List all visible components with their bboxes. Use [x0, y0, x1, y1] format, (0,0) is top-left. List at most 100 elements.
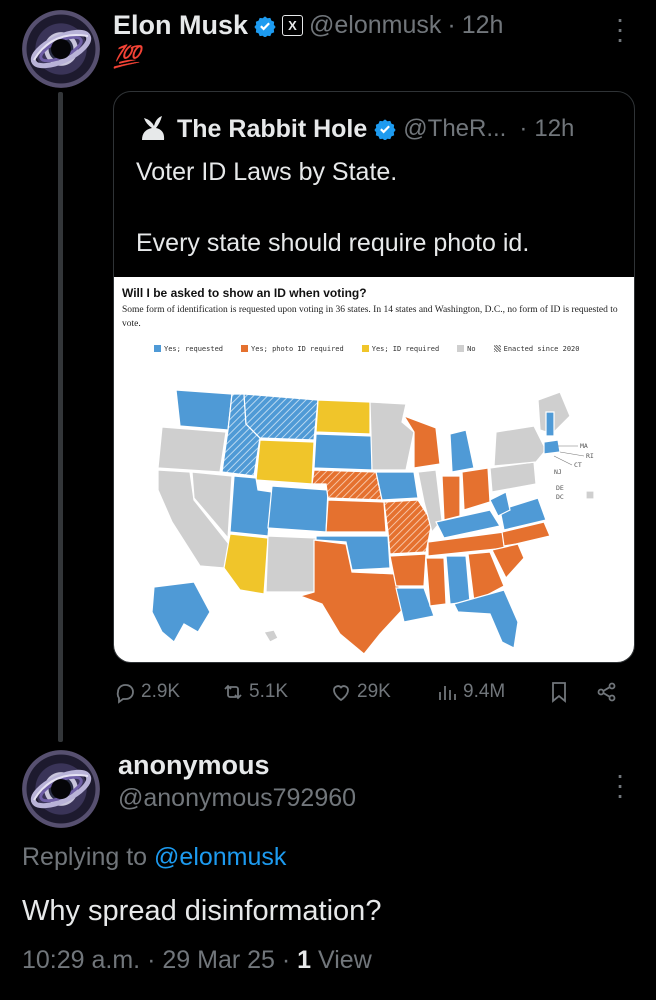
bookmark-icon — [552, 682, 566, 703]
state-OH — [461, 467, 491, 511]
state-LA — [395, 587, 435, 623]
state-DC-square — [585, 490, 595, 500]
legend-label: Yes; photo ID required — [251, 345, 344, 353]
thread-line — [58, 92, 63, 742]
state-NY — [493, 425, 547, 467]
hundred-emoji: 💯 — [113, 44, 141, 69]
state-CO — [267, 485, 329, 533]
state-MT — [243, 393, 319, 441]
quote-author-handle[interactable]: @TheR... — [403, 115, 506, 143]
state-OR — [157, 426, 227, 473]
share-button[interactable] — [595, 680, 619, 704]
state-UT — [229, 475, 273, 537]
reply-button[interactable]: 2.9K — [113, 680, 180, 704]
reply-author-handle[interactable]: @anonymous792960 — [118, 784, 356, 813]
state-NM — [265, 535, 317, 593]
state-HI — [263, 629, 279, 643]
more-options-icon[interactable]: · · · — [609, 5, 631, 53]
author-name[interactable]: Elon Musk — [113, 10, 248, 41]
quote-verified-badge-icon — [374, 119, 396, 140]
state-NH — [545, 411, 555, 437]
reply-time[interactable]: 10:29 a.m. — [22, 946, 140, 974]
state-IA — [375, 471, 419, 501]
repost-count: 5.1K — [249, 681, 289, 702]
label-dc: DC — [556, 493, 564, 501]
label-nj: NJ — [554, 468, 562, 476]
reply-metadata: 10:29 a.m. · 29 Mar 25 · 1 View — [22, 946, 372, 975]
reply-more-options-icon[interactable]: · · · — [609, 761, 631, 809]
quote-text-line2: Every state should require photo id. — [136, 229, 530, 257]
legend-label: Enacted since 2020 — [503, 345, 580, 353]
replying-to-link[interactable]: @elonmusk — [154, 843, 286, 871]
x-affiliation-badge: X — [282, 15, 304, 36]
tweet-actions: 2.9K 5.1K 29K 9.4M — [113, 680, 633, 714]
views-count: 9.4M — [463, 681, 506, 702]
state-ND — [315, 399, 371, 435]
label-ri: RI — [586, 452, 594, 460]
quote-time: 12h — [534, 115, 575, 142]
quoted-tweet-card[interactable]: The Rabbit Hole @TheR... · 12h Voter ID … — [113, 91, 635, 663]
repost-icon — [224, 684, 242, 700]
avatar-elon-musk[interactable] — [22, 10, 100, 88]
state-RI-CT — [543, 439, 561, 455]
author-handle[interactable]: @elonmusk — [309, 11, 441, 40]
state-AL — [445, 555, 471, 605]
label-ct: CT — [574, 461, 582, 469]
state-WY — [255, 439, 315, 485]
state-SD — [313, 433, 373, 471]
avatar-anonymous[interactable] — [22, 750, 100, 828]
label-de: DE — [556, 484, 564, 492]
black-hole-avatar-image — [30, 29, 92, 69]
share-icon — [597, 682, 616, 702]
map-subtitle: Some form of identification is requested… — [122, 305, 618, 329]
reply-text: Why spread disinformation? — [22, 895, 382, 927]
state-IN — [441, 475, 461, 521]
reply-icon — [116, 684, 134, 704]
map-legend: Yes; requested Yes; photo ID required Ye… — [154, 345, 579, 353]
verified-badge-icon — [254, 15, 276, 37]
tweet-header: Elon Musk X @elonmusk · 12h — [113, 10, 503, 41]
label-ma: MA — [580, 442, 588, 450]
views-button[interactable]: 9.4M — [435, 680, 505, 704]
repost-button[interactable]: 5.1K — [221, 680, 288, 704]
replying-to-line: Replying to @elonmusk — [22, 843, 286, 872]
state-AR — [389, 553, 427, 587]
quote-separator: · — [519, 115, 528, 142]
voter-id-map-image[interactable]: Will I be asked to show an ID when votin… — [114, 277, 634, 662]
state-MI — [449, 429, 475, 473]
legend-item: No — [457, 345, 476, 353]
map-title: Will I be asked to show an ID when votin… — [122, 286, 367, 300]
views-bar-chart-icon — [439, 686, 456, 700]
reply-count: 2.9K — [141, 681, 181, 702]
legend-label: Yes; ID required — [371, 345, 440, 353]
state-MN — [369, 401, 415, 471]
legend-label: Yes; requested — [164, 345, 224, 353]
black-hole-avatar-image — [30, 769, 92, 809]
state-MS — [425, 557, 447, 607]
legend-label: No — [467, 345, 476, 353]
bookmark-button[interactable] — [547, 680, 571, 704]
heart-icon — [333, 685, 349, 702]
state-WA — [175, 389, 233, 431]
like-count: 29K — [357, 681, 391, 702]
meta-separator: · — [147, 946, 156, 974]
state-KS — [325, 499, 387, 533]
tweet-time[interactable]: 12h — [462, 11, 504, 40]
legend-item: Enacted since 2020 — [493, 345, 580, 353]
quote-header: The Rabbit Hole @TheR... · 12h — [136, 114, 574, 144]
reply-views-label: View — [318, 946, 372, 974]
replying-to-prefix: Replying to — [22, 843, 148, 871]
us-states-map: MA RI CT NJ DE DC — [151, 389, 595, 655]
separator-dot: · — [447, 11, 456, 39]
rabbit-logo-icon — [142, 116, 165, 140]
reply-author-name[interactable]: anonymous — [118, 750, 270, 781]
legend-item: Yes; requested — [154, 345, 223, 353]
state-PA — [489, 461, 537, 493]
quote-text-line1: Voter ID Laws by State. — [136, 158, 398, 186]
state-MO — [383, 499, 433, 555]
legend-item: Yes; photo ID required — [241, 345, 344, 353]
like-button[interactable]: 29K — [329, 680, 391, 704]
reply-date[interactable]: 29 Mar 25 — [162, 946, 275, 974]
reply-views-count: 1 — [297, 946, 312, 974]
quote-author-name[interactable]: The Rabbit Hole — [177, 115, 367, 144]
